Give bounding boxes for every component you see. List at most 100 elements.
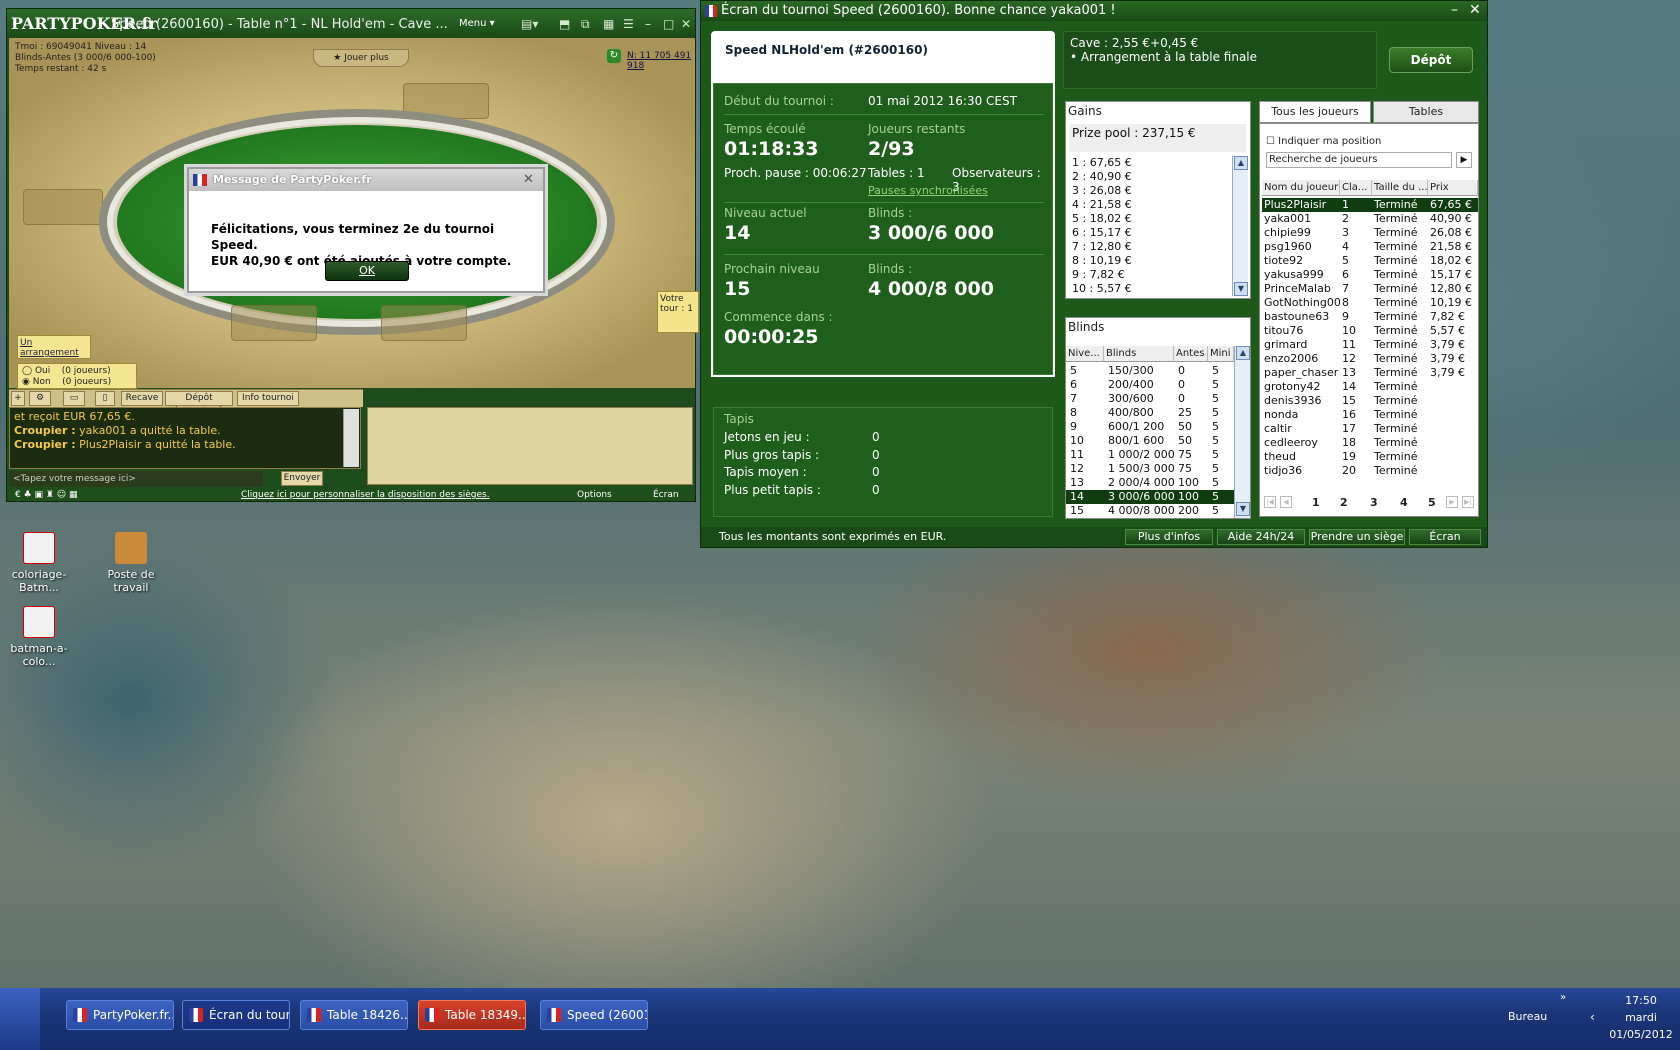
desktop-toolbar-label[interactable]: Bureau — [1508, 1010, 1547, 1023]
notes-icon[interactable]: ▯ — [95, 391, 115, 406]
desktop-icon-coloriage[interactable]: coloriage-Batm... — [4, 532, 74, 594]
depot-button[interactable]: Dépôt — [1389, 47, 1473, 73]
seat-layout-link[interactable]: Cliquez ici pour personnaliser la dispos… — [241, 489, 490, 501]
ecran-button[interactable]: Écran — [653, 489, 679, 501]
scroll-down-icon[interactable]: ▼ — [1236, 502, 1250, 516]
start-button[interactable] — [0, 988, 40, 1050]
tournament-tab[interactable]: Speed NLHold'em (#2600160) — [711, 31, 1055, 79]
ecran-button[interactable]: Écran — [1409, 529, 1481, 545]
chat-input[interactable]: <Tapez votre message ici> — [9, 471, 263, 487]
player-search-input[interactable]: Recherche de joueurs — [1266, 152, 1452, 168]
system-clock[interactable]: 17:50 mardi 01/05/2012 — [1606, 994, 1676, 1041]
scroll-down-icon[interactable]: ▼ — [1234, 282, 1248, 296]
send-button[interactable]: Envoyer — [281, 471, 323, 486]
tray-chevron-icon[interactable]: ‹ — [1590, 1010, 1595, 1024]
blinds-column-header[interactable]: Mini — [1208, 346, 1234, 362]
arrangement-oui-option[interactable]: ◯ Oui (0 joueurs) — [22, 366, 132, 377]
seat-left[interactable] — [23, 189, 103, 225]
page-1[interactable]: 1 — [1312, 496, 1320, 509]
tab-tables[interactable]: Tables — [1373, 101, 1479, 123]
blinds-column-header[interactable]: Nive... — [1066, 346, 1104, 362]
blinds-column-header[interactable]: Blinds — [1104, 346, 1174, 362]
scroll-up-icon[interactable]: ▲ — [1234, 156, 1248, 170]
player-row[interactable]: cedleeroy 18 Terminé — [1262, 436, 1478, 450]
player-row[interactable]: tidjo36 20 Terminé — [1262, 464, 1478, 478]
task-table-18426[interactable]: Table 18426... — [300, 1000, 408, 1030]
desktop-icon-poste-de-travail[interactable]: Poste de travail — [96, 532, 166, 594]
tournament-title-bar[interactable]: Écran du tournoi Speed (2600160). Bonne … — [701, 1, 1487, 21]
maximize-icon[interactable]: □ — [663, 17, 674, 31]
task-speed[interactable]: Speed (26001... — [540, 1000, 648, 1030]
player-row[interactable]: enzo2006 12 Terminé 3,79 € — [1262, 352, 1478, 366]
prizes-scrollbar[interactable]: ▲ ▼ — [1232, 156, 1248, 296]
next-page-icon[interactable]: ▶ — [1446, 496, 1458, 508]
seat-bottom-left[interactable] — [231, 305, 317, 341]
player-row[interactable]: yaka001 2 Terminé 40,90 € — [1262, 212, 1478, 226]
tables-icon[interactable]: ⧉ — [581, 17, 590, 32]
list-icon[interactable]: ☰ — [623, 17, 634, 31]
info-tournoi-button[interactable]: Info tournoi — [237, 391, 299, 406]
player-row[interactable]: theud 19 Terminé — [1262, 450, 1478, 464]
page-5[interactable]: 5 — [1428, 496, 1436, 509]
page-4[interactable]: 4 — [1400, 496, 1408, 509]
player-row[interactable]: PrinceMalab 7 Terminé 12,80 € — [1262, 282, 1478, 296]
player-row[interactable]: grimard 11 Terminé 3,79 € — [1262, 338, 1478, 352]
page-2[interactable]: 2 — [1340, 496, 1348, 509]
expand-icon[interactable]: » — [1560, 992, 1566, 1003]
search-go-icon[interactable]: ▶ — [1456, 152, 1472, 168]
arrangement-link[interactable]: Un arrangement — [17, 335, 91, 359]
scroll-up-icon[interactable]: ▲ — [1236, 346, 1250, 360]
page-3[interactable]: 3 — [1370, 496, 1378, 509]
account-balance-link[interactable]: N: 11 705 491 918 — [627, 51, 695, 71]
take-seat-button[interactable]: Prendre un siège — [1309, 529, 1405, 545]
player-row[interactable]: grotony42 14 Terminé — [1262, 380, 1478, 394]
dialog-ok-button[interactable]: OK — [325, 261, 409, 281]
table-menu-button[interactable]: Menu ▾ — [459, 18, 495, 29]
blinds-scrollbar[interactable]: ▲ ▼ — [1234, 346, 1250, 518]
desktop-icon-batman[interactable]: batman-a-colo... — [4, 606, 74, 668]
player-row[interactable]: tiote92 5 Terminé 18,02 € — [1262, 254, 1478, 268]
player-row[interactable]: nonda 16 Terminé — [1262, 408, 1478, 422]
player-row[interactable]: chipie99 3 Terminé 26,08 € — [1262, 226, 1478, 240]
player-row[interactable]: titou76 10 Terminé 5,57 € — [1262, 324, 1478, 338]
chat-icon[interactable]: ▭ — [63, 391, 85, 406]
add-icon[interactable]: + — [11, 391, 25, 406]
task-partypoker[interactable]: PartyPoker.fr... — [66, 1000, 174, 1030]
pauses-sync-link[interactable]: Pauses synchronisées — [868, 184, 988, 197]
close-icon[interactable]: ✕ — [1469, 2, 1481, 18]
dialog-close-icon[interactable]: ✕ — [523, 172, 534, 187]
first-page-icon[interactable]: |◀ — [1264, 496, 1276, 508]
depot-instantane-button[interactable]: Dépôt instantané — [165, 391, 233, 416]
settings-icon[interactable]: ⚙ — [29, 391, 51, 406]
task-ecran-tournoi[interactable]: Écran du tour... — [182, 1000, 290, 1030]
help-button[interactable]: Aide 24h/24 — [1217, 529, 1305, 545]
chat-scrollbar[interactable] — [343, 409, 359, 467]
more-info-button[interactable]: Plus d'infos — [1125, 529, 1213, 545]
player-row[interactable]: GotNothing00 8 Terminé 10,19 € — [1262, 296, 1478, 310]
grid-icon[interactable]: ▦ — [603, 17, 614, 31]
refresh-icon[interactable]: ↻ — [607, 49, 621, 63]
player-row[interactable]: paper_chaser 13 Terminé 3,79 € — [1262, 366, 1478, 380]
minimize-icon[interactable]: – — [1451, 2, 1458, 18]
close-icon[interactable]: ✕ — [681, 17, 691, 31]
task-table-18349[interactable]: Table 18349... — [418, 1000, 526, 1030]
options-button[interactable]: Options — [577, 489, 612, 501]
status-icons[interactable]: € ♣ ▣ ♜ ☺ ▦ — [15, 489, 78, 501]
table-title-bar[interactable]: PARTYPOKER.fr Speed (2600160) - Table n°… — [7, 9, 695, 37]
player-row[interactable]: bastoune63 9 Terminé 7,82 € — [1262, 310, 1478, 324]
layout-icon[interactable]: ▤▾ — [521, 17, 538, 31]
minimize-icon[interactable]: – — [645, 17, 651, 31]
show-my-position-checkbox[interactable]: ☐ Indiquer ma position — [1266, 136, 1381, 147]
recave-button[interactable]: Recave — [121, 391, 163, 406]
player-row[interactable]: caltir 17 Terminé — [1262, 422, 1478, 436]
seat-bottom-right[interactable] — [381, 305, 467, 341]
player-row[interactable]: Plus2Plaisir 1 Terminé 67,65 € — [1262, 198, 1478, 212]
arrangement-non-option[interactable]: ◉ Non (0 joueurs) — [22, 377, 132, 388]
player-row[interactable]: psg1960 4 Terminé 21,58 € — [1262, 240, 1478, 254]
blinds-column-header[interactable]: Antes — [1174, 346, 1208, 362]
last-page-icon[interactable]: ▶| — [1462, 496, 1474, 508]
tab-all-players[interactable]: Tous les joueurs — [1259, 101, 1371, 123]
player-row[interactable]: denis3936 15 Terminé — [1262, 394, 1478, 408]
player-row[interactable]: yakusa999 6 Terminé 15,17 € — [1262, 268, 1478, 282]
jouer-plus-button[interactable]: ★ Jouer plus — [313, 49, 409, 67]
